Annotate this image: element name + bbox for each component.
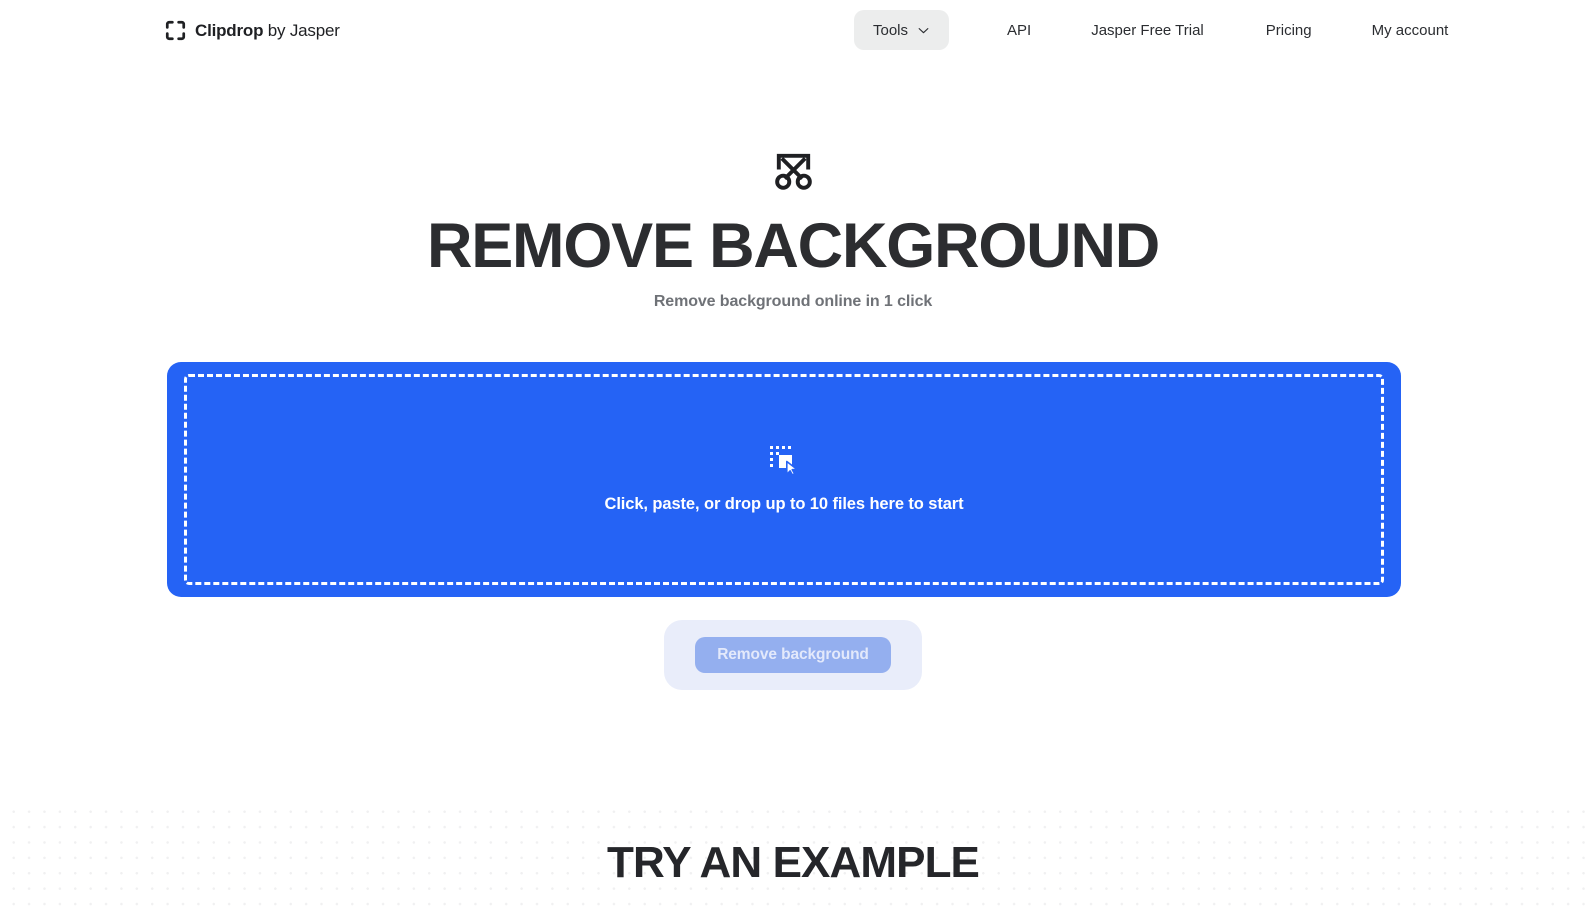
file-dropzone-inner: Click, paste, or drop up to 10 files her… (184, 374, 1384, 585)
frame-brackets-icon (165, 20, 186, 41)
hero-icon-wrap (0, 146, 1586, 196)
page-title: REMOVE BACKGROUND (426, 211, 1160, 281)
action-area: Remove background (0, 620, 1586, 690)
scissors-crop-icon (770, 146, 817, 193)
dropzone-label: Click, paste, or drop up to 10 files her… (604, 495, 964, 513)
nav-tools-label: Tools (873, 21, 909, 39)
main-navigation: Tools API Jasper Free Trial Pricing My a… (854, 10, 1458, 50)
brand-name-secondary: by Jasper (263, 20, 340, 40)
page-subtitle: Remove background online in 1 click (653, 293, 933, 310)
nav-link-jasper-free-trial[interactable]: Jasper Free Trial (1081, 10, 1214, 50)
brand-name-primary: Clipdrop (195, 20, 264, 40)
nav-link-pricing[interactable]: Pricing (1256, 10, 1322, 50)
site-header: Clipdrop by Jasper Tools API Jasper Free… (0, 0, 1586, 60)
chevron-down-icon (917, 24, 930, 37)
brand-logo[interactable]: Clipdrop by Jasper (165, 18, 340, 42)
brand-name: Clipdrop by Jasper (195, 20, 340, 41)
nav-link-my-account[interactable]: My account (1362, 10, 1459, 50)
hero-section: REMOVE BACKGROUND Remove background onli… (0, 146, 1586, 311)
action-button-halo: Remove background (664, 620, 922, 690)
nav-tools-dropdown[interactable]: Tools (854, 10, 950, 50)
example-section-title: TRY AN EXAMPLE (606, 838, 980, 887)
nav-link-api[interactable]: API (997, 10, 1041, 50)
remove-background-button[interactable]: Remove background (695, 637, 891, 673)
page-root: Clipdrop by Jasper Tools API Jasper Free… (0, 0, 1586, 911)
drag-drop-files-icon (769, 445, 799, 476)
file-dropzone[interactable]: Click, paste, or drop up to 10 files her… (167, 362, 1401, 597)
